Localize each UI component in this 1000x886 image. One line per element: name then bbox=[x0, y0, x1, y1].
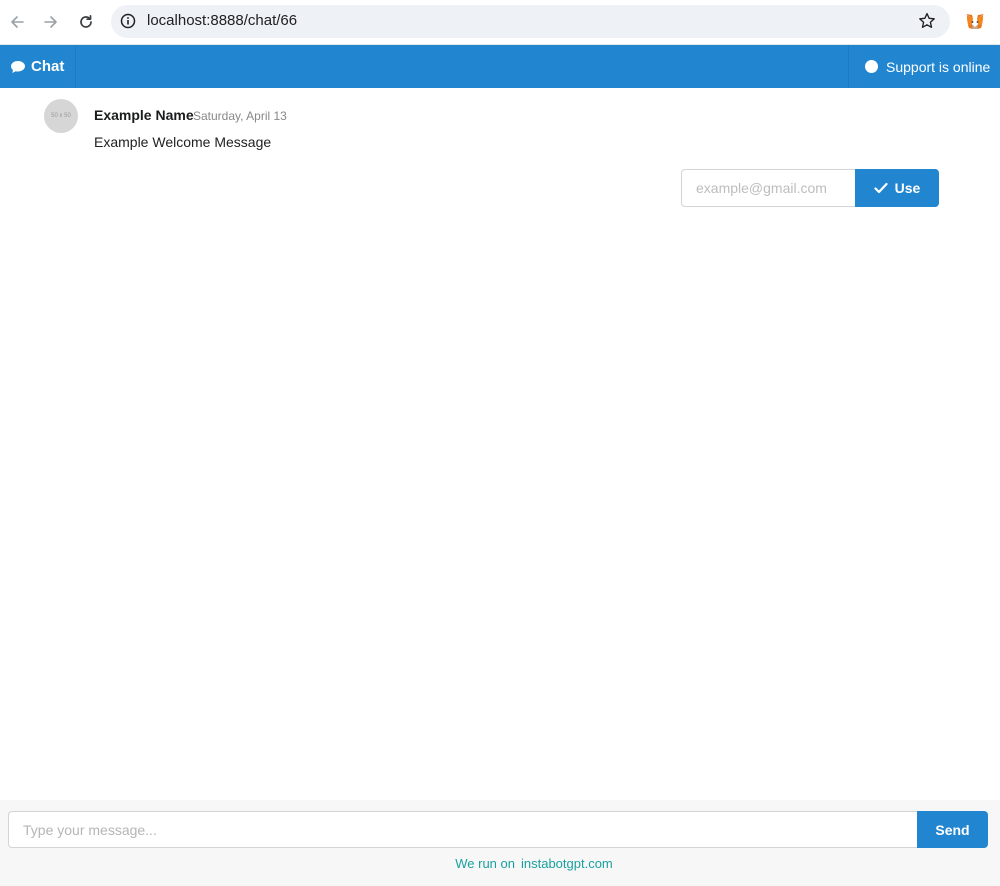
message-text: Example Welcome Message bbox=[94, 134, 272, 150]
browser-toolbar: localhost:8888/chat/66 bbox=[0, 0, 1000, 45]
powered-by-link[interactable]: instabotgpt.com bbox=[521, 856, 613, 871]
powered-by: We run on instabotgpt.com bbox=[0, 856, 1000, 871]
message-input[interactable] bbox=[8, 811, 918, 848]
back-arrow-icon[interactable] bbox=[4, 9, 30, 35]
email-form: Use bbox=[681, 169, 939, 207]
forward-arrow-icon[interactable] bbox=[38, 9, 64, 35]
star-icon[interactable] bbox=[918, 12, 936, 30]
metamask-fox-icon[interactable] bbox=[964, 11, 986, 33]
checkmark-icon bbox=[874, 182, 888, 194]
chat-header: Chat Support is online bbox=[0, 45, 1000, 88]
support-status: Support is online bbox=[848, 45, 1000, 88]
info-icon[interactable] bbox=[120, 13, 136, 29]
chat-tab-label: Chat bbox=[31, 58, 65, 75]
url-text[interactable]: localhost:8888/chat/66 bbox=[147, 12, 297, 29]
message-date: Saturday, April 13 bbox=[193, 109, 287, 123]
powered-by-prefix: We run on bbox=[455, 856, 515, 871]
email-field[interactable] bbox=[681, 169, 856, 207]
use-email-button-label: Use bbox=[894, 180, 921, 196]
chat-footer: Send We run on instabotgpt.com bbox=[0, 800, 1000, 886]
online-indicator-icon bbox=[865, 60, 878, 73]
address-bar[interactable]: localhost:8888/chat/66 bbox=[111, 5, 950, 38]
avatar: 50 x 50 bbox=[44, 99, 78, 133]
support-status-label: Support is online bbox=[886, 58, 991, 75]
speech-bubble-icon bbox=[11, 60, 25, 73]
message-author: Example Name bbox=[94, 107, 194, 123]
avatar-placeholder-text: 50 x 50 bbox=[51, 113, 71, 119]
send-button[interactable]: Send bbox=[917, 811, 988, 848]
reload-icon[interactable] bbox=[73, 9, 99, 35]
chat-tab[interactable]: Chat bbox=[0, 45, 76, 88]
use-email-button[interactable]: Use bbox=[855, 169, 939, 207]
